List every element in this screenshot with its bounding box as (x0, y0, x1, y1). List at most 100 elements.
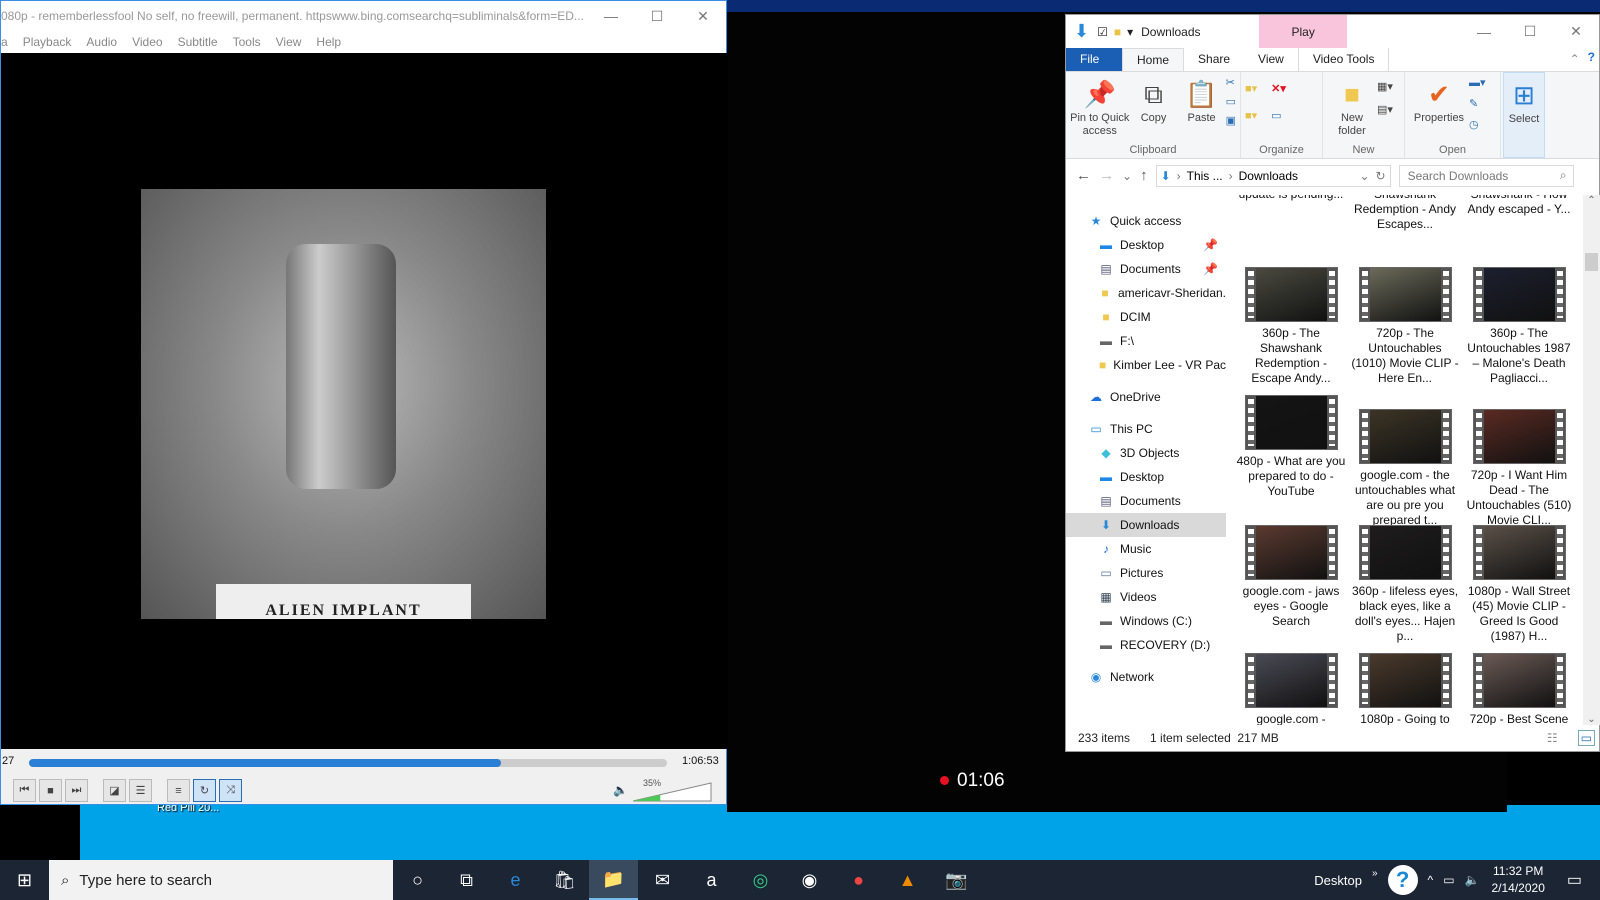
nav-item-f[interactable]: ▬ F:\ (1066, 329, 1226, 353)
close-button[interactable]: ✕ (680, 8, 726, 25)
nav-item-quick-access[interactable]: ★ Quick access (1066, 209, 1226, 233)
next-icon[interactable]: ⏭ (65, 779, 88, 802)
large-icons-view-icon[interactable]: ▭ (1577, 730, 1595, 746)
tab-home[interactable]: Home (1122, 48, 1185, 71)
search-input[interactable]: Search Downloads ⌕ (1398, 164, 1574, 187)
camera-app-icon[interactable]: ◉ (785, 860, 834, 900)
nav-item-americavr-sheridan[interactable]: ■ americavr-Sheridan. (1066, 281, 1226, 305)
close-button[interactable]: ✕ (1553, 23, 1599, 40)
seek-bar[interactable] (29, 759, 667, 767)
file-item[interactable]: 1080p - Wall Street (45) Movie CLIP - Gr… (1464, 525, 1574, 644)
select-button[interactable]: ⊞ Select (1508, 77, 1540, 157)
address-dropdown-icon[interactable]: ⌄ (1359, 169, 1369, 183)
file-item[interactable]: 480p - What are you prepared to do - You… (1236, 395, 1346, 499)
qat-dropdown-icon[interactable]: ▾ (1127, 25, 1133, 39)
task-view-icon[interactable]: ⧉ (442, 860, 491, 900)
cortana-icon[interactable]: ○ (393, 860, 442, 900)
nav-item-windows-c[interactable]: ▬ Windows (C:) (1066, 609, 1226, 633)
collapse-ribbon-icon[interactable]: ⌃ (1566, 48, 1584, 71)
nav-item-dcim[interactable]: ■ DCIM (1066, 305, 1226, 329)
file-item[interactable]: Shawshank Redemption - Andy Escapes... (1350, 195, 1460, 232)
file-item[interactable]: 720p - I Want Him Dead - The Untouchable… (1464, 409, 1574, 528)
previous-icon[interactable]: ⏮ (13, 779, 36, 802)
file-item[interactable]: 360p - The Untouchables 1987 – Malone's … (1464, 267, 1574, 386)
menu-playback[interactable]: Playback (23, 35, 72, 49)
file-item[interactable]: google.com - the untouchables what are o… (1350, 409, 1460, 528)
toolbar-expand-icon[interactable]: » (1372, 868, 1378, 879)
nav-item-documents[interactable]: ▤ Documents (1066, 489, 1226, 513)
nav-item-music[interactable]: ♪ Music (1066, 537, 1226, 561)
file-item[interactable]: 1080p - Going to (1350, 653, 1460, 725)
tab-view[interactable]: View (1244, 48, 1298, 71)
volume-icon[interactable]: 🔈 (1465, 873, 1480, 887)
refresh-icon[interactable]: ↻ (1376, 169, 1386, 183)
new-folder-qat-icon[interactable]: ■ (1114, 25, 1121, 39)
chrome-icon[interactable]: ● (834, 860, 883, 900)
nav-item-onedrive[interactable]: ☁ OneDrive (1066, 385, 1226, 409)
up-icon[interactable]: ↑ (1140, 167, 1148, 184)
file-item[interactable]: google.com - (1236, 653, 1346, 725)
vertical-scrollbar[interactable]: ⌃ ⌄ (1583, 195, 1600, 725)
volume-slider[interactable]: 35% (632, 778, 713, 802)
open-icon[interactable]: ▬▾ (1469, 76, 1486, 89)
extended-settings-icon[interactable]: ☰ (129, 779, 152, 802)
file-item[interactable]: Shawshank - How Andy escaped - Y... (1464, 195, 1574, 217)
menu-video[interactable]: Video (132, 35, 162, 49)
menu-view[interactable]: View (276, 35, 302, 49)
shuffle-icon[interactable]: ⤨ (219, 779, 242, 802)
pin-icon[interactable]: 📌 (1203, 238, 1218, 252)
forward-icon[interactable]: → (1099, 167, 1114, 184)
history-icon[interactable]: ◷ (1469, 118, 1486, 131)
menu-audio[interactable]: Audio (86, 35, 117, 49)
minimize-button[interactable]: — (588, 8, 634, 24)
scroll-up-icon[interactable]: ⌃ (1583, 195, 1600, 206)
nav-item-desktop[interactable]: ▬ Desktop (1066, 465, 1226, 489)
maximize-button[interactable]: ☐ (1507, 23, 1553, 40)
speaker-icon[interactable]: 🔈 (613, 783, 628, 797)
back-icon[interactable]: ← (1076, 167, 1091, 184)
nav-item-pictures[interactable]: ▭ Pictures (1066, 561, 1226, 585)
scroll-down-icon[interactable]: ⌄ (1583, 714, 1600, 725)
nav-item-videos[interactable]: ▦ Videos (1066, 585, 1226, 609)
menu-tools[interactable]: Tools (233, 35, 261, 49)
file-item[interactable]: 720p - The Untouchables (1010) Movie CLI… (1350, 267, 1460, 386)
nav-item-this-pc[interactable]: ▭ This PC (1066, 417, 1226, 441)
mail-icon[interactable]: ✉ (638, 860, 687, 900)
nav-item-recovery-d[interactable]: ▬ RECOVERY (D:) (1066, 633, 1226, 657)
minimize-button[interactable]: — (1461, 24, 1507, 40)
details-view-icon[interactable]: ☷ (1547, 731, 1558, 745)
amazon-icon[interactable]: a (687, 860, 736, 900)
cut-icon[interactable]: ✂ (1226, 76, 1236, 89)
action-center-icon[interactable]: ▭ (1567, 870, 1582, 890)
delete-icon[interactable]: ✕▾ (1271, 82, 1286, 95)
menu-help[interactable]: Help (316, 35, 341, 49)
nav-item-downloads[interactable]: ⬇ Downloads (1066, 513, 1226, 537)
recent-dropdown-icon[interactable]: ⌄ (1122, 169, 1132, 183)
pin-icon[interactable]: 📌 (1203, 262, 1218, 276)
menu-subtitle[interactable]: Subtitle (178, 35, 218, 49)
help-app-icon[interactable]: ? (1387, 865, 1418, 895)
file-item[interactable]: 360p - lifeless eyes, black eyes, like a… (1350, 525, 1460, 644)
edit-icon[interactable]: ✎ (1469, 97, 1486, 110)
tab-share[interactable]: Share (1184, 48, 1244, 71)
scroll-thumb[interactable] (1585, 253, 1598, 271)
new-item-icon[interactable]: ▦▾ (1377, 80, 1393, 93)
battery-icon[interactable]: ▭ (1443, 873, 1454, 887)
breadcrumb-downloads[interactable]: Downloads (1239, 169, 1354, 183)
tab-video-tools[interactable]: Video Tools (1297, 48, 1390, 71)
edge-icon[interactable]: e (491, 860, 540, 900)
copy-to-icon[interactable]: ■▾ (1245, 109, 1257, 122)
rename-icon[interactable]: ▭ (1271, 109, 1286, 122)
fullscreen-icon[interactable]: ◪ (103, 779, 126, 802)
file-item[interactable]: 720p - Best Scene (1464, 653, 1574, 725)
help-icon[interactable]: ? (1584, 48, 1599, 71)
nav-item-network[interactable]: ◉ Network (1066, 665, 1226, 689)
paste-shortcut-icon[interactable]: ▣ (1226, 114, 1236, 127)
menu-a[interactable]: a (1, 35, 8, 49)
file-explorer-icon[interactable]: 📁 (589, 860, 638, 900)
address-bar[interactable]: ⬇ › This ... › Downloads ⌄ ↻ (1155, 164, 1391, 187)
tripadvisor-icon[interactable]: ◎ (736, 860, 785, 900)
show-hidden-icons[interactable]: ^ (1428, 873, 1434, 887)
file-item[interactable]: google.com - jaws eyes - Google Search (1236, 525, 1346, 629)
start-button[interactable]: ⊞ (0, 860, 49, 900)
